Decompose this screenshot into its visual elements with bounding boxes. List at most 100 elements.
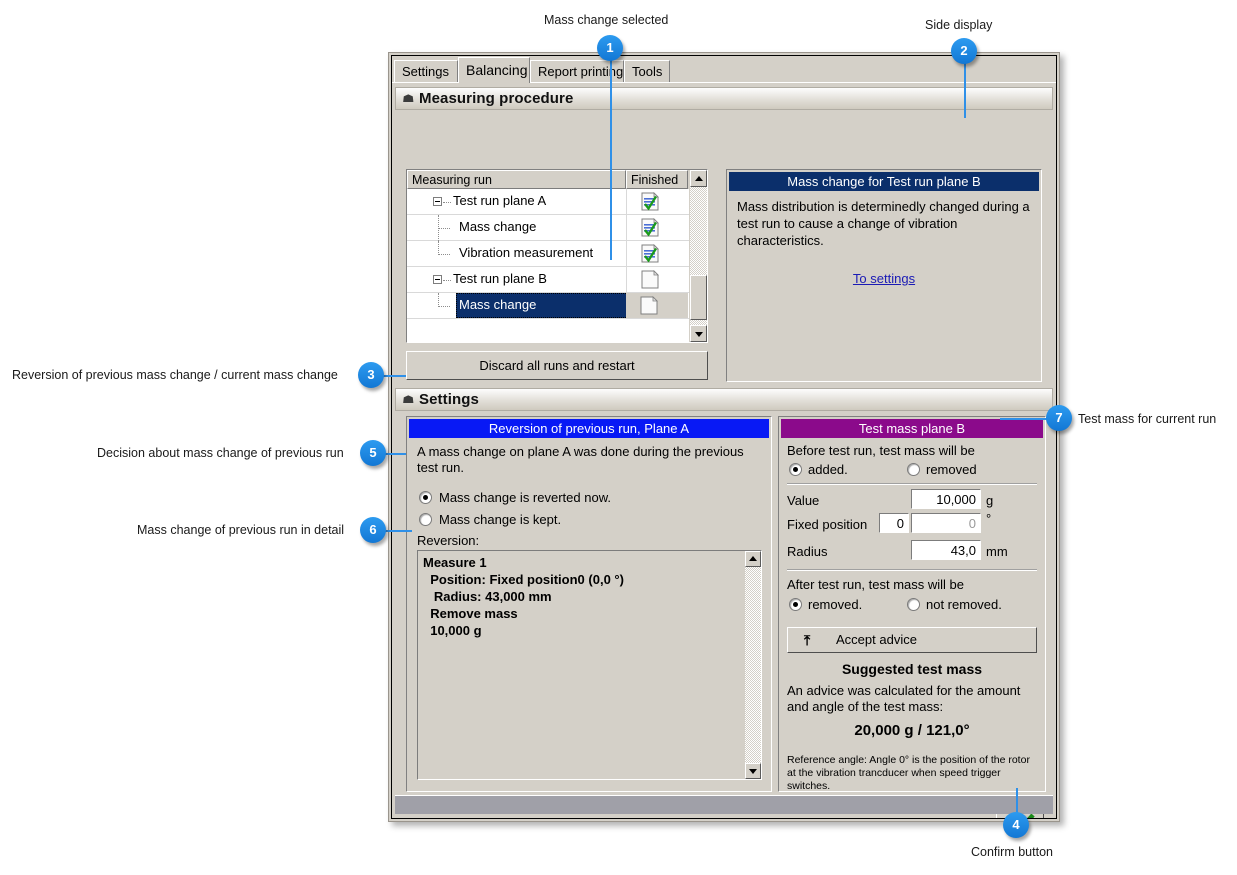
section-header-settings[interactable]: ☗ Settings [395, 388, 1053, 411]
section-header-measuring-procedure[interactable]: ☗ Measuring procedure [395, 87, 1053, 110]
scroll-up-button[interactable] [745, 551, 761, 567]
radio-reverted[interactable] [419, 491, 432, 504]
after-option-label: not removed. [926, 597, 1002, 612]
reversion-intro-text: A mass change on plane A was done during… [417, 444, 744, 475]
discard-all-runs-button[interactable]: Discard all runs and restart [406, 351, 708, 380]
radio-added[interactable] [789, 463, 802, 476]
value-input[interactable]: 10,000 [911, 489, 981, 509]
scroll-down-button[interactable] [745, 763, 761, 779]
scroll-thumb[interactable] [690, 275, 707, 320]
suggested-test-mass-value: 20,000 g / 121,0° [854, 722, 970, 739]
tree-item-label: Mass change [459, 297, 537, 312]
field-unit-radius: mm [986, 544, 1008, 559]
scroll-down-button[interactable] [690, 325, 707, 342]
tree-column-measuring-run[interactable]: Measuring run [407, 170, 626, 189]
tree-guide [438, 228, 450, 229]
reversion-option-label: Mass change is reverted now. [439, 490, 611, 505]
table-row[interactable]: Test run plane A [407, 189, 707, 215]
divider [787, 483, 1037, 485]
radius-input[interactable]: 43,0 [911, 540, 981, 560]
callout-label-2: Side display [925, 18, 993, 32]
chevron-down-icon: ☗ [402, 393, 415, 406]
callout-line-6 [382, 530, 412, 532]
doc-check-icon [641, 244, 659, 268]
tree-scrollbar[interactable] [689, 170, 707, 342]
fixed-position-index-input[interactable]: 0 [879, 513, 909, 533]
doc-check-icon [641, 218, 659, 242]
reversion-detail-text: Measure 1 Position: Fixed position0 (0,0… [423, 555, 624, 638]
suggested-test-mass-text: An advice was calculated for the amount … [787, 683, 1021, 714]
fixed-position-angle-input[interactable]: 0 [911, 513, 981, 533]
tree-guide [438, 254, 450, 255]
finished-cell [626, 215, 689, 240]
section-title-settings: Settings [419, 391, 479, 408]
finished-cell [626, 189, 689, 214]
callout-label-1: Mass change selected [544, 13, 669, 27]
reversion-option-label: Mass change is kept. [439, 512, 562, 527]
table-row[interactable]: Vibration measurement [407, 241, 707, 267]
chevron-down-icon: ☗ [402, 92, 415, 105]
callout-label-3: Reversion of previous mass change / curr… [12, 368, 338, 382]
reference-angle-note: Reference angle: Angle 0° is the positio… [787, 754, 1030, 792]
accept-advice-label: Accept advice [836, 632, 917, 647]
tree-guide [438, 293, 439, 307]
chevron-down-icon [694, 331, 703, 337]
reversion-scrollbar[interactable] [744, 551, 761, 779]
radio-after-not-removed[interactable] [907, 598, 920, 611]
table-row[interactable]: Mass change [407, 215, 707, 241]
doc-blank-icon [641, 270, 659, 294]
reversion-list-label: Reversion: [417, 533, 480, 548]
tree-item-label: Mass change [459, 219, 537, 234]
reversion-panel: Reversion of previous run, Plane A A mas… [406, 416, 772, 792]
tree-header: Measuring run Finished [407, 170, 707, 189]
field-unit-value: g [986, 493, 994, 508]
suggested-test-mass-title: Suggested test mass [841, 661, 983, 677]
reversion-detail-listbox[interactable]: Measure 1 Position: Fixed position0 (0,0… [417, 550, 762, 780]
scroll-up-button[interactable] [690, 170, 707, 187]
before-option-label: added. [808, 462, 848, 477]
tree-guide [438, 241, 439, 255]
radio-removed[interactable] [907, 463, 920, 476]
divider [787, 569, 1037, 571]
radio-kept[interactable] [419, 513, 432, 526]
finished-cell [626, 267, 689, 292]
callout-label-4: Confirm button [971, 845, 1053, 859]
tree-column-finished[interactable]: Finished [626, 170, 688, 189]
side-display-body: Mass distribution is determinedly change… [737, 199, 1030, 248]
arrow-up-icon: ⤒ [804, 632, 811, 648]
doc-check-icon [641, 192, 659, 216]
tree-guide [443, 280, 451, 281]
measuring-run-tree[interactable]: Measuring run Finished Test run plane A [406, 169, 708, 343]
finished-cell [626, 241, 689, 266]
tab-settings[interactable]: Settings [394, 60, 458, 82]
callout-badge-2: 2 [951, 38, 977, 64]
radio-after-removed[interactable] [789, 598, 802, 611]
tree-guide [443, 202, 451, 203]
test-mass-panel: Test mass plane B Before test run, test … [778, 416, 1046, 792]
tree-item-label: Vibration measurement [459, 245, 594, 260]
tree-guide [438, 306, 450, 307]
accept-advice-button[interactable]: ⤒ Accept advice [787, 627, 1037, 653]
callout-line-1 [610, 56, 612, 260]
expander-icon-plane-b[interactable] [433, 275, 442, 284]
callout-line-3 [382, 375, 406, 377]
to-settings-link[interactable]: To settings [853, 271, 915, 286]
doc-blank-icon [640, 296, 658, 320]
after-option-label: removed. [808, 597, 863, 612]
test-mass-panel-title: Test mass plane B [781, 419, 1043, 438]
chevron-up-icon [694, 175, 703, 181]
field-label-value: Value [787, 493, 820, 508]
screenshot-root: Mass change selected 1 Side display 2 Re… [0, 0, 1237, 875]
callout-badge-5: 5 [360, 440, 386, 466]
side-display-title: Mass change for Test run plane B [729, 172, 1039, 191]
expander-icon-plane-a[interactable] [433, 197, 442, 206]
table-row[interactable]: Mass change [407, 293, 707, 319]
tab-balancing[interactable]: Balancing [458, 57, 530, 83]
callout-badge-1: 1 [597, 35, 623, 61]
chevron-down-icon [749, 769, 757, 774]
tab-tools[interactable]: Tools [624, 60, 670, 82]
table-row[interactable]: Test run plane B [407, 267, 707, 293]
section-title-measuring-procedure: Measuring procedure [419, 90, 574, 107]
callout-badge-4: 4 [1003, 812, 1029, 838]
application-window: Settings Balancing Report printing Tools… [388, 52, 1060, 822]
